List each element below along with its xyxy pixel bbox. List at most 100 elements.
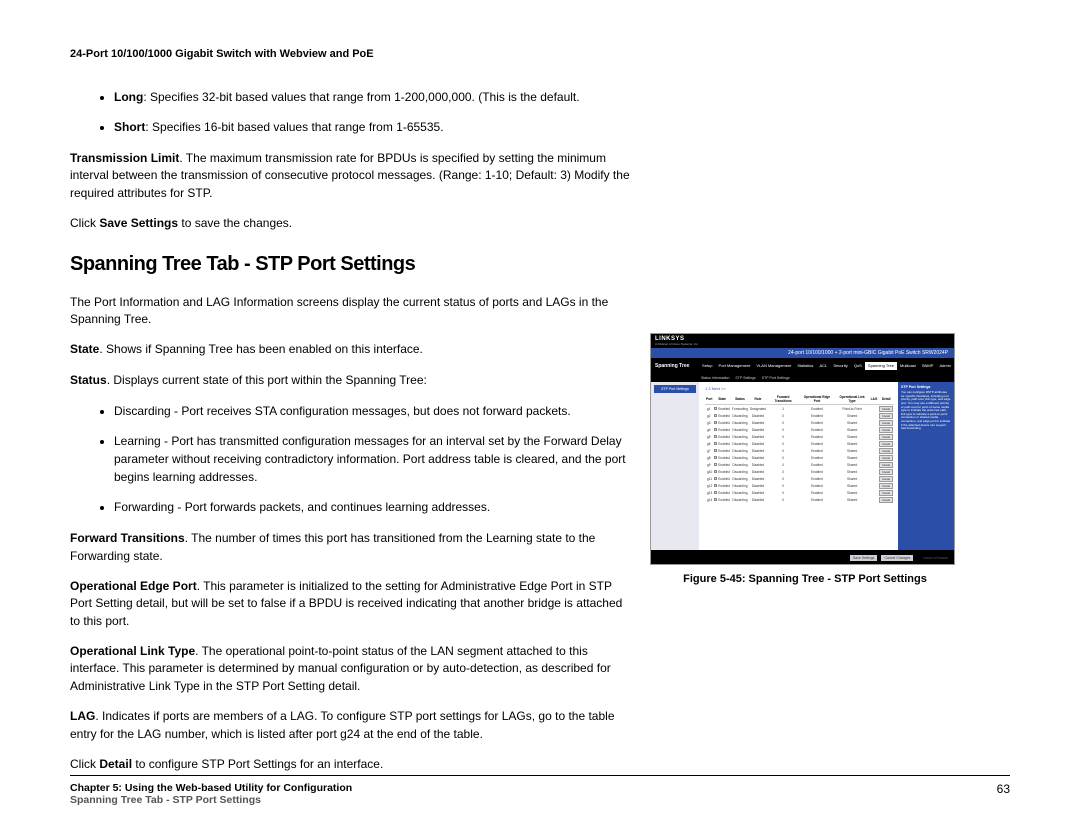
ss-detail-button[interactable]: Detail (879, 420, 893, 426)
ss-table-cell: g14 (705, 496, 713, 503)
ss-table-cell: 0 (767, 440, 799, 447)
table-row: g8 EnabledDiscardingDisabled0EnabledShar… (705, 454, 894, 461)
ss-checkbox[interactable] (714, 477, 717, 480)
ss-detail-button[interactable]: Detail (879, 497, 893, 503)
ss-checkbox[interactable] (714, 407, 717, 410)
ss-checkbox[interactable] (714, 470, 717, 473)
ss-table-cell: Detail (878, 426, 894, 433)
ss-table-cell: Shared (835, 426, 870, 433)
ss-table-cell: Disabled (749, 454, 767, 461)
ss-table-cell: Discarding (731, 419, 749, 426)
ss-table-cell: Detail (878, 461, 894, 468)
ss-table-cell: 0 (767, 489, 799, 496)
ss-checkbox[interactable] (714, 463, 717, 466)
ss-nav-item[interactable]: Security (830, 362, 850, 370)
ss-table-cell: Discarding (731, 461, 749, 468)
state-para: State. Shows if Spanning Tree has been e… (70, 341, 630, 358)
ss-nav-item[interactable]: Multicast (897, 362, 919, 370)
ss-detail-button[interactable]: Detail (879, 427, 893, 433)
ss-table-cell: Disabled (749, 412, 767, 419)
ss-nav-item[interactable]: Spanning Tree (865, 362, 897, 370)
ss-table-cell: Enabled (799, 440, 834, 447)
ss-detail-button[interactable]: Detail (879, 483, 893, 489)
ss-checkbox[interactable] (714, 456, 717, 459)
ss-table-cell (870, 412, 879, 419)
ss-table-cell: Enabled (799, 461, 834, 468)
right-column: LINKSYS A Division of Cisco Systems, Inc… (650, 88, 960, 786)
table-row: g3 EnabledDiscardingDisabled0EnabledShar… (705, 419, 894, 426)
ss-nav-item[interactable]: Setup (699, 362, 715, 370)
footer-divider (70, 775, 1010, 776)
ss-table-cell: Detail (878, 475, 894, 482)
ss-nav-item[interactable]: Admin (936, 362, 953, 370)
ss-table-cell: Shared (835, 447, 870, 454)
ss-main: 1 2 Next >> PortStateStatusRoleForward T… (699, 382, 898, 550)
ss-detail-button[interactable]: Detail (879, 469, 893, 475)
ss-checkbox[interactable] (714, 484, 717, 487)
ss-detail-button[interactable]: Detail (879, 455, 893, 461)
ss-nav-item[interactable]: VLAN Management (753, 362, 794, 370)
ss-table-cell: Detail (878, 440, 894, 447)
ss-topbar: LINKSYS A Division of Cisco Systems, Inc… (651, 334, 954, 348)
table-row: g12 EnabledDiscardingDisabled0EnabledSha… (705, 482, 894, 489)
footer-sub: Spanning Tree Tab - STP Port Settings (70, 794, 352, 806)
ss-table-cell: Discarding (731, 489, 749, 496)
ss-detail-button[interactable]: Detail (879, 413, 893, 419)
ss-table-cell (870, 447, 879, 454)
ss-detail-button[interactable]: Detail (879, 406, 893, 412)
ss-subnav-item[interactable]: STP Settings (735, 376, 755, 380)
ss-table-cell: Shared (835, 454, 870, 461)
lag-bold: LAG (70, 709, 95, 723)
ss-table-cell: Discarding (731, 496, 749, 503)
ss-detail-button[interactable]: Detail (879, 441, 893, 447)
ss-detail-button[interactable]: Detail (879, 490, 893, 496)
ss-nav-item[interactable]: Port Management (716, 362, 754, 370)
ss-checkbox[interactable] (714, 491, 717, 494)
ss-checkbox[interactable] (714, 435, 717, 438)
ss-checkbox[interactable] (714, 421, 717, 424)
page-number: 63 (997, 782, 1010, 796)
ss-nav-item[interactable]: ACL (816, 362, 830, 370)
main-content: Long: Specifies 32-bit based values that… (70, 88, 1010, 786)
ss-detail-button[interactable]: Detail (879, 462, 893, 468)
bullet-long-text: : Specifies 32-bit based values that ran… (143, 90, 579, 104)
ss-save-button[interactable]: Save Settings (850, 555, 878, 561)
ss-nav-item[interactable]: Statistics (794, 362, 816, 370)
ss-detail-button[interactable]: Detail (879, 476, 893, 482)
lag-para: LAG. Indicates if ports are members of a… (70, 708, 630, 743)
ss-subnav-item[interactable]: STP Port Settings (762, 376, 790, 380)
ss-table-cell: 0 (767, 496, 799, 503)
bullet-long: Long: Specifies 32-bit based values that… (114, 88, 630, 106)
bullet-short-bold: Short (114, 120, 145, 134)
ss-checkbox[interactable] (714, 449, 717, 452)
ss-checkbox[interactable] (714, 498, 717, 501)
ss-nav-items: SetupPort ManagementVLAN ManagementStati… (699, 362, 954, 370)
ss-detail-button[interactable]: Detail (879, 434, 893, 440)
ss-cancel-button[interactable]: Cancel Changes (881, 555, 913, 561)
ss-table-cell: Enabled (713, 426, 731, 433)
ss-table-cell: 0 (767, 482, 799, 489)
ss-table-cell: Discarding (731, 412, 749, 419)
ss-detail-button[interactable]: Detail (879, 448, 893, 454)
ss-table-cell: Disabled (749, 475, 767, 482)
ss-table-cell (870, 461, 879, 468)
ss-nav-item[interactable]: QoS (851, 362, 865, 370)
ss-banner: 24-port 10/100/1000 + 2-port mini-GBIC G… (651, 348, 954, 358)
ss-table-cell: Disabled (749, 496, 767, 503)
ss-checkbox[interactable] (714, 442, 717, 445)
ss-table-cell (870, 440, 879, 447)
ss-table-cell: g8 (705, 454, 713, 461)
ss-table-cell: 0 (767, 454, 799, 461)
ss-table-cell: Detail (878, 419, 894, 426)
ss-subnav-item[interactable]: Status Information (701, 376, 729, 380)
ss-checkbox[interactable] (714, 428, 717, 431)
ss-table-cell: Discarding (731, 426, 749, 433)
ss-table-cell (870, 482, 879, 489)
click-save-para: Click Save Settings to save the changes. (70, 215, 630, 232)
op-edge-para: Operational Edge Port. This parameter is… (70, 578, 630, 630)
ss-nav-item[interactable]: SNMP (919, 362, 937, 370)
ss-checkbox[interactable] (714, 414, 717, 417)
ss-table-cell: Enabled (713, 433, 731, 440)
ss-table-cell: Enabled (799, 482, 834, 489)
footer-chapter: Chapter 5: Using the Web-based Utility f… (70, 782, 352, 794)
